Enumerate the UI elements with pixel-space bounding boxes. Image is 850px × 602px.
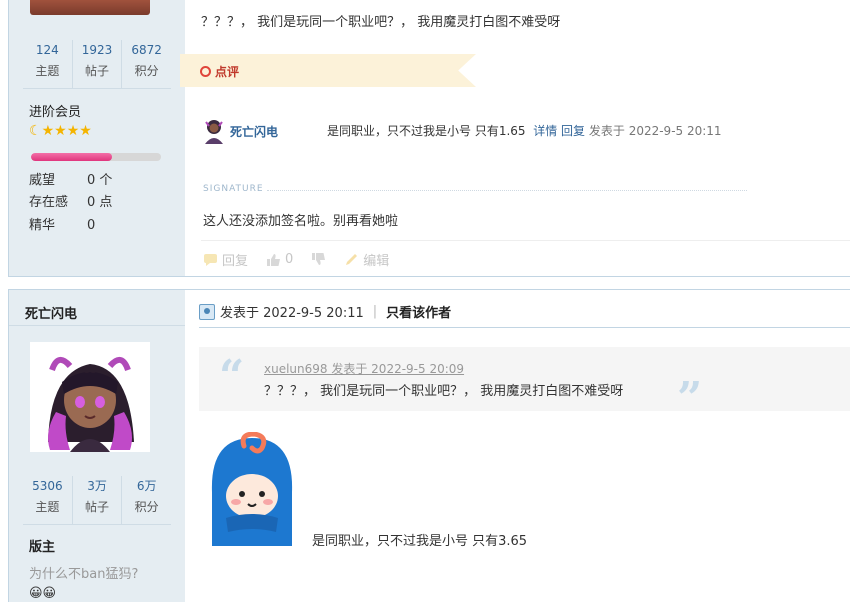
like-button[interactable]: 0	[266, 250, 293, 269]
stat-points[interactable]: 6万 积分	[121, 476, 171, 524]
author-stats: 124 主题 1923 帖子 6872 积分	[23, 40, 171, 89]
user-rank[interactable]: 版主	[29, 536, 55, 555]
post-header: 发表于 2022-9-5 20:11 | 只看该作者	[199, 302, 451, 321]
author-stats: 5306 主题 3万 帖子 6万 积分	[23, 476, 171, 525]
attr-key: 威望	[29, 173, 56, 188]
comment-tag: 点评	[180, 54, 476, 87]
attr-presence: 存在感 0 点	[29, 191, 112, 210]
stat-label: 主题	[35, 500, 60, 514]
comment-text: 是同职业，只不过我是小号 只有1.65 详情 回复 发表于 2022-9-5 2…	[327, 122, 722, 139]
post-date: 发表于 2022-9-5 20:11	[220, 306, 364, 321]
sticker-emoji	[211, 432, 293, 546]
post-content: ？？？， 我们是玩同一个职业吧？， 我用魔灵打白图不难受呀 点评 死亡闪电 是同…	[180, 0, 850, 276]
user-motto: 为什么不ban猛犸?	[29, 567, 139, 582]
comment-author-avatar[interactable]	[203, 118, 225, 144]
author-sidebar: 124 主题 1923 帖子 6872 积分 进阶会员 ☾★★★★ 威望 0 个 …	[9, 0, 185, 276]
header-divider	[199, 327, 850, 328]
comment-tag-label: 点评	[215, 65, 240, 79]
edit-label: 编辑	[363, 254, 390, 269]
signature-text: 这人还没添加签名啦。别再看她啦	[203, 214, 399, 229]
header-separator: |	[372, 304, 378, 319]
attr-prestige: 威望 0 个	[29, 169, 112, 188]
actions-divider	[201, 240, 850, 241]
post-text: ？？？， 我们是玩同一个职业吧？， 我用魔灵打白图不难受呀	[201, 15, 561, 30]
author-name[interactable]: 死亡闪电	[25, 303, 77, 322]
author-avatar[interactable]	[30, 342, 150, 452]
comment-author[interactable]: 死亡闪电	[230, 123, 278, 140]
attr-digest: 精华 0	[29, 214, 95, 233]
star-icon: ★	[66, 123, 80, 139]
reply-label: 回复	[222, 254, 249, 269]
level-progress-bar	[31, 153, 161, 161]
post-content: 发表于 2022-9-5 20:11 | 只看该作者 “ xuelun698 发…	[185, 290, 850, 602]
stat-label: 积分	[134, 64, 159, 78]
quote-text: ？？？， 我们是玩同一个职业吧？， 我用魔灵打白图不难受呀	[264, 384, 624, 399]
quote-block: “ xuelun698 发表于 2022-9-5 20:09 ？？？， 我们是玩…	[199, 347, 850, 424]
stat-label: 主题	[35, 64, 60, 78]
level-progress-fill	[31, 153, 112, 161]
signature-label: SIGNATURE	[203, 184, 264, 194]
quote-author-link[interactable]: xuelun698 发表于 2022-9-5 20:09	[264, 360, 464, 377]
stat-value[interactable]: 3万	[73, 476, 122, 496]
post-1: 124 主题 1923 帖子 6872 积分 进阶会员 ☾★★★★ 威望 0 个 …	[8, 0, 850, 277]
stat-topics[interactable]: 5306 主题	[23, 476, 72, 524]
attr-key: 存在感	[29, 195, 69, 210]
stat-value[interactable]: 6872	[122, 40, 171, 60]
reply-button[interactable]: 回复	[203, 250, 248, 269]
only-author-link[interactable]: 只看该作者	[386, 302, 451, 321]
author-avatar[interactable]	[30, 0, 150, 15]
attr-value: 0 个	[87, 173, 113, 188]
author-name-bar: 死亡闪电	[9, 290, 185, 326]
stat-posts[interactable]: 1923 帖子	[71, 40, 122, 88]
stat-value[interactable]: 124	[23, 40, 72, 60]
stat-label: 帖子	[85, 500, 110, 514]
stat-value[interactable]: 5306	[23, 476, 72, 496]
close-quote-icon: ”	[677, 373, 703, 424]
stat-posts[interactable]: 3万 帖子	[71, 476, 122, 524]
author-sidebar: 死亡闪电 5306 主题 3万 帖子 6万 积分 版主 为什么不ban猛犸? 😀…	[9, 290, 185, 602]
user-rank[interactable]: 进阶会员	[29, 101, 81, 120]
edit-button[interactable]: 编辑	[344, 250, 389, 269]
author-online-icon	[199, 303, 215, 320]
thumbs-up-icon	[267, 254, 281, 266]
open-quote-icon: “	[219, 351, 245, 402]
signature-divider	[267, 190, 747, 191]
comment-reply-link[interactable]: 回复	[561, 124, 585, 138]
comment-body: 是同职业，只不过我是小号 只有1.65	[327, 124, 526, 138]
star-icon: ★	[41, 123, 55, 139]
stat-label: 帖子	[85, 64, 110, 78]
thumbs-down-icon	[312, 253, 326, 265]
stat-points[interactable]: 6872 积分	[121, 40, 171, 88]
comment-detail-link[interactable]: 详情	[533, 124, 557, 138]
star-icon: ★	[54, 123, 67, 139]
like-count: 0	[285, 252, 294, 267]
reply-icon	[204, 254, 217, 266]
attr-key: 精华	[29, 218, 56, 233]
smiley-icons: 😀😀	[29, 586, 57, 601]
post-body: 是同职业，只不过我是小号 只有3.65	[312, 534, 528, 549]
level-icons: ☾★★★★	[29, 123, 92, 139]
pencil-icon	[346, 254, 358, 265]
stat-topics[interactable]: 124 主题	[23, 40, 72, 88]
stat-value[interactable]: 1923	[73, 40, 122, 60]
dislike-button[interactable]	[311, 250, 326, 269]
moon-icon: ☾	[29, 123, 42, 139]
comment-date: 发表于 2022-9-5 20:11	[588, 124, 722, 138]
circle-icon	[200, 66, 211, 77]
attr-value: 0 点	[87, 195, 113, 210]
star-icon: ★	[79, 123, 92, 139]
attr-value: 0	[87, 218, 96, 233]
stat-value[interactable]: 6万	[122, 476, 171, 496]
post-actions: 回复 0 编辑	[203, 250, 389, 269]
post-2: 死亡闪电 5306 主题 3万 帖子 6万 积分 版主 为什么不ban猛犸? 😀…	[8, 289, 850, 602]
stat-label: 积分	[134, 500, 159, 514]
